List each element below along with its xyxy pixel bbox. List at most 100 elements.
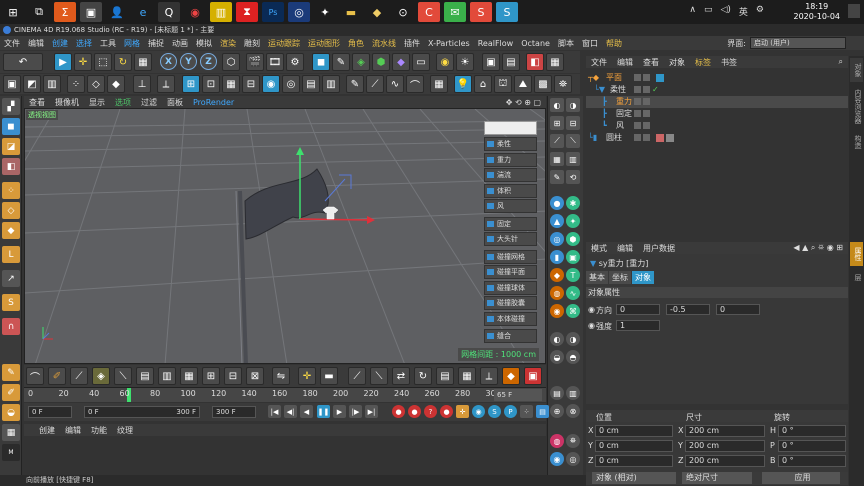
photoshop-icon[interactable]: Ps (262, 2, 284, 22)
solo-icon[interactable]: ◉ (262, 75, 280, 93)
strength-radio-icon[interactable]: ◉ (588, 321, 595, 330)
recent-tools-icon[interactable]: ▦ (134, 53, 152, 71)
move-icon[interactable]: ✛ (74, 53, 92, 71)
object-row-plane[interactable]: ┬◆ 平面 (586, 72, 848, 84)
menu-sculpt[interactable]: 雕刻 (240, 38, 264, 49)
record-position-icon[interactable]: ✛ (456, 405, 469, 418)
app-icon-1[interactable]: Σ (54, 2, 76, 22)
sculpt-icon[interactable]: ◒ (2, 404, 20, 421)
octane-live-icon[interactable]: ▣ (482, 53, 500, 71)
quantize-icon[interactable]: ▦ (222, 75, 240, 93)
strip-icon-1[interactable]: ◐ (550, 98, 564, 112)
make-editable-icon[interactable]: ▞ (2, 98, 20, 115)
om-menu-objects[interactable]: 对象 (664, 57, 690, 68)
menu-help[interactable]: 帮助 (602, 38, 626, 49)
cloth-tag-self-collision[interactable]: 本体碰撞 (484, 311, 537, 326)
clock[interactable]: 18:19 2020-10-04 (794, 2, 841, 22)
prev-key-icon[interactable]: ◀| (284, 405, 297, 418)
magnet-tool-icon[interactable]: ⟂ (480, 367, 498, 385)
app-icon-9[interactable]: S (496, 2, 518, 22)
object-row-gravity[interactable]: ┣ 重力 (586, 96, 848, 108)
coord-mode-select[interactable]: 对象 (相对) (592, 472, 676, 484)
strip-icon-8[interactable]: ▥ (566, 152, 580, 166)
strip-icon-7[interactable]: ▦ (550, 152, 564, 166)
strip-deform-icon-4[interactable]: ◓ (566, 350, 580, 364)
menu-octane[interactable]: Octane (517, 39, 554, 48)
end-frame-field[interactable]: 300 F (212, 406, 256, 418)
menu-render[interactable]: 渲染 (216, 38, 240, 49)
am-menu-edit[interactable]: 编辑 (612, 243, 638, 254)
vp-menu-cameras[interactable]: 摄像机 (50, 97, 84, 108)
paint-icon[interactable]: ✎ (2, 364, 20, 381)
x-axis-arrow-icon[interactable] (367, 216, 375, 224)
viewport-solo-icon[interactable]: ▥ (322, 75, 340, 93)
mirror-icon[interactable]: ⇋ (272, 367, 290, 385)
side-tab-structure[interactable]: 构造 (850, 130, 863, 154)
weld-icon[interactable]: ⊞ (202, 367, 220, 385)
timeline-ruler[interactable]: 0 20 40 60 80 100 120 140 160 180 200 220 240 260 280 3… (24, 387, 546, 402)
app-icon-5[interactable]: ✦ (314, 2, 336, 22)
rotation-b-field[interactable]: 0 ° (778, 455, 846, 467)
folder-icon[interactable]: ▬ (340, 2, 362, 22)
points-icon[interactable]: ⁘ (2, 182, 20, 199)
strip-deform-icon-2[interactable]: ◑ (566, 332, 580, 346)
strip-material-icon[interactable]: ◍ (550, 434, 564, 448)
direction-x-field[interactable]: 0 (616, 304, 660, 315)
vp-menu-display[interactable]: 显示 (84, 97, 110, 108)
cloner-icon[interactable]: ⬢ (372, 53, 390, 71)
spin-icon[interactable]: ↻ (414, 367, 432, 385)
strip-gen-icon-1[interactable]: ▤ (550, 386, 564, 400)
next-key-icon[interactable]: |▶ (349, 405, 362, 418)
cube-primitive-icon[interactable]: ◼ (312, 53, 330, 71)
iron-icon[interactable]: ⟍ (370, 367, 388, 385)
array-icon[interactable]: ▦ (458, 367, 476, 385)
cloth-flag[interactable] (244, 168, 329, 240)
object-row-soft[interactable]: └▼ 柔性 ✓ (586, 84, 848, 96)
record-rotation-icon[interactable]: ◉ (472, 405, 485, 418)
current-frame-display[interactable]: 65 F (494, 389, 542, 401)
ime-icon[interactable]: ⚙ (756, 5, 764, 18)
menu-pipeline[interactable]: 流水线 (368, 38, 400, 49)
record-active-icon[interactable]: ● (392, 405, 405, 418)
strip-gen-icon-2[interactable]: ▥ (566, 386, 580, 400)
cloth-tag-seam[interactable]: 缝合 (484, 329, 537, 343)
chevron-up-icon[interactable]: ∧ (689, 5, 696, 18)
workplane-mode-icon[interactable]: ◧ (2, 158, 20, 175)
menu-snap[interactable]: 捕捉 (144, 38, 168, 49)
strip-effector-icon[interactable]: ▣ (566, 250, 580, 264)
visibility-icons[interactable] (634, 110, 650, 117)
vp-menu-prorender[interactable]: ProRender (188, 98, 239, 107)
app-icon-6[interactable]: ◆ (366, 2, 388, 22)
side-tab-attributes[interactable]: 属性 (850, 242, 863, 266)
vp-menu-filter[interactable]: 过滤 (136, 97, 162, 108)
enable-axis-icon[interactable]: L (2, 246, 20, 263)
spline-edit-icon[interactable]: ⌒ (26, 367, 44, 385)
tab-object[interactable]: 对象 (632, 271, 654, 284)
vp-menu-panel[interactable]: 面板 (162, 97, 188, 108)
deformer-icon[interactable]: ◆ (392, 53, 410, 71)
edges-mode-icon[interactable]: ◇ (87, 75, 105, 93)
visibility-icons[interactable] (634, 122, 650, 129)
object-row-cylinder[interactable]: └▮ 圆柱 (586, 132, 848, 144)
task-view-icon[interactable]: ⧉ (28, 2, 50, 22)
y-axis-lock-button[interactable]: Y (180, 53, 197, 70)
start-frame-field[interactable]: 0 F (28, 406, 72, 418)
network-icon[interactable]: ▭ (704, 5, 713, 18)
om-menu-bookmarks[interactable]: 书签 (716, 57, 742, 68)
mat-menu-function[interactable]: 功能 (86, 425, 112, 436)
strip-matrix-icon[interactable]: ⬢ (566, 232, 580, 246)
tweak-icon[interactable]: ↗ (2, 270, 20, 287)
size-mode-select[interactable]: 绝对尺寸 (682, 472, 752, 484)
snap-toggle-icon[interactable]: S (2, 294, 20, 311)
cloth-tag-turbulence[interactable]: 湍流 (484, 168, 537, 182)
maps-icon[interactable]: ⊙ (392, 2, 414, 22)
edge-icon[interactable]: e (132, 2, 154, 22)
tab-coord[interactable]: 坐标 (609, 271, 631, 284)
live-selection-icon[interactable]: ▶ (54, 53, 72, 71)
preview-range-field[interactable]: 0 F 300 F (84, 406, 200, 418)
mat-menu-texture[interactable]: 纹理 (112, 425, 138, 436)
object-row-fix[interactable]: ┣ 固定 (586, 108, 848, 120)
keyframe-selection-icon[interactable]: ? (424, 405, 437, 418)
menu-mograph[interactable]: 运动图形 (304, 38, 344, 49)
cinema4d-icon[interactable]: ◎ (288, 2, 310, 22)
